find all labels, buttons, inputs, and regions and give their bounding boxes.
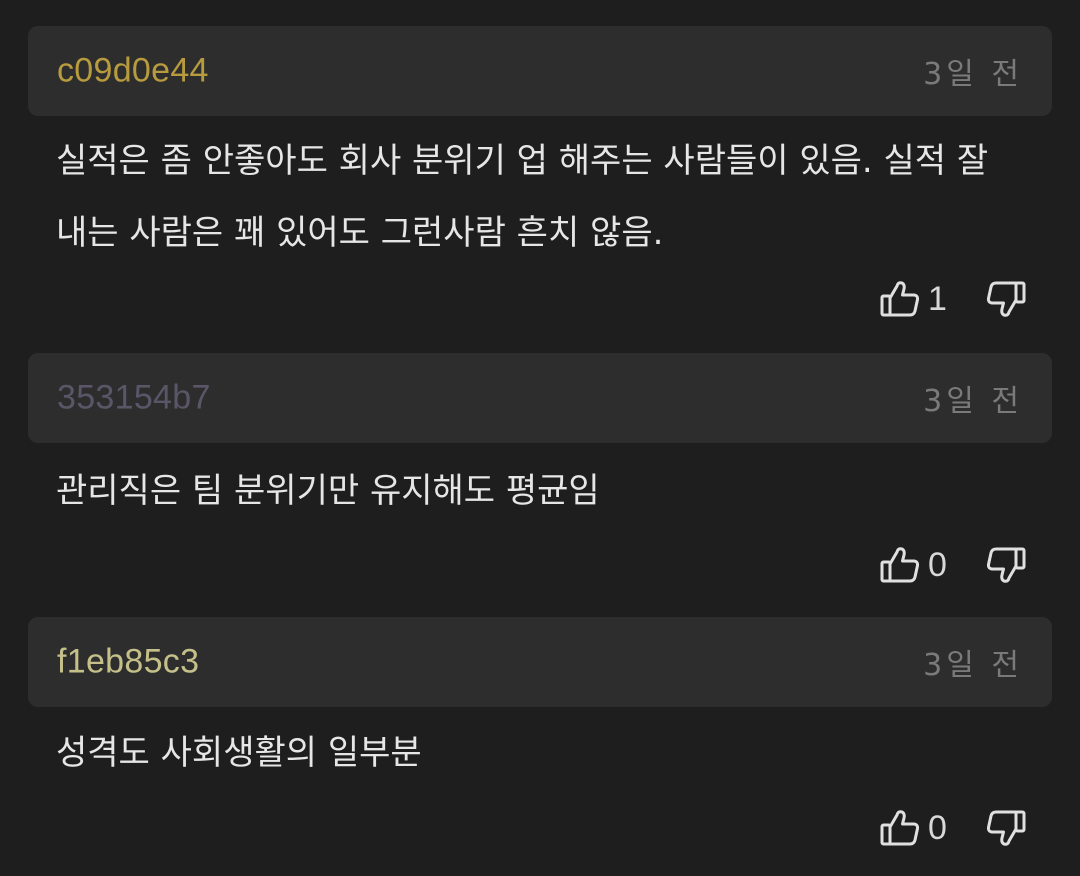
comment-header: c09d0e44 3일 전 <box>28 26 1052 116</box>
thumbs-up-icon <box>878 806 922 850</box>
comment-header: f1eb85c3 3일 전 <box>28 617 1052 707</box>
comment-actions: 0 <box>878 540 1028 590</box>
like-button[interactable]: 0 <box>878 806 950 850</box>
comment-timestamp: 3일 전 <box>923 57 1023 92</box>
thumbs-down-icon <box>984 806 1028 850</box>
like-count: 0 <box>928 808 947 847</box>
comment-text: 실적은 좀 안좋아도 회사 분위기 업 해주는 사람들이 있음. 실적 잘 내는… <box>56 141 989 253</box>
comment-actions: 1 <box>878 274 1028 324</box>
comment-header: 353154b7 3일 전 <box>28 353 1052 443</box>
thumbs-up-icon <box>878 543 922 587</box>
like-button[interactable]: 0 <box>878 543 950 587</box>
comment-text: 성격도 사회생활의 일부분 <box>56 733 422 773</box>
comment-actions: 0 <box>878 803 1028 853</box>
thumbs-down-icon <box>984 277 1028 321</box>
thumbs-down-icon <box>984 543 1028 587</box>
dislike-button[interactable] <box>984 277 1028 321</box>
dislike-button[interactable] <box>984 806 1028 850</box>
thumbs-up-icon <box>878 277 922 321</box>
comment-timestamp: 3일 전 <box>923 384 1023 419</box>
comment-timestamp: 3일 전 <box>923 648 1023 683</box>
like-button[interactable]: 1 <box>878 277 950 321</box>
comment-text: 관리직은 팀 분위기만 유지해도 평균임 <box>56 471 600 511</box>
like-count: 0 <box>928 545 947 584</box>
comment-author[interactable]: c09d0e44 <box>57 52 209 91</box>
comment-author[interactable]: f1eb85c3 <box>57 643 199 682</box>
comment-author[interactable]: 353154b7 <box>57 379 211 418</box>
like-count: 1 <box>928 279 947 318</box>
dislike-button[interactable] <box>984 543 1028 587</box>
